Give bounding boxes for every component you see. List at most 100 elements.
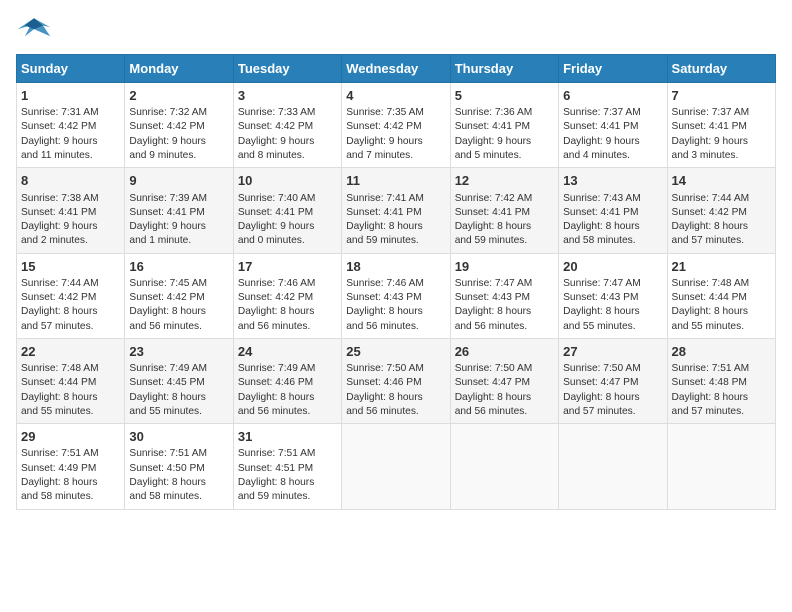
- day-number: 7: [672, 87, 771, 105]
- day-number: 9: [129, 172, 228, 190]
- day-number: 24: [238, 343, 337, 361]
- calendar-week-2: 8Sunrise: 7:38 AMSunset: 4:41 PMDaylight…: [17, 168, 776, 253]
- day-number: 13: [563, 172, 662, 190]
- day-detail: Sunrise: 7:41 AMSunset: 4:41 PMDaylight:…: [346, 192, 445, 249]
- day-number: 19: [455, 258, 554, 276]
- day-number: 4: [346, 87, 445, 105]
- day-detail: Sunrise: 7:33 AMSunset: 4:42 PMDaylight:…: [238, 106, 337, 163]
- day-detail: Sunrise: 7:40 AMSunset: 4:41 PMDaylight:…: [238, 192, 337, 249]
- calendar-table: SundayMondayTuesdayWednesdayThursdayFrid…: [16, 54, 776, 510]
- calendar-cell: 14 Sunrise: 7:44 AMSunset: 4:42 PMDayligh…: [667, 168, 775, 253]
- calendar-cell: 24Sunrise: 7:49 AMSunset: 4:46 PMDayligh…: [233, 338, 341, 423]
- calendar-cell: 29Sunrise: 7:51 AMSunset: 4:49 PMDayligh…: [17, 424, 125, 509]
- day-number: 15: [21, 258, 120, 276]
- header-cell-saturday: Saturday: [667, 55, 775, 83]
- day-detail: Sunrise: 7:43 AMSunset: 4:41 PMDaylight:…: [563, 192, 662, 249]
- day-detail: Sunrise: 7:51 AMSunset: 4:50 PMDaylight:…: [129, 447, 228, 504]
- calendar-header: SundayMondayTuesdayWednesdayThursdayFrid…: [17, 55, 776, 83]
- day-detail: Sunrise: 7:37 AMSunset: 4:41 PMDaylight:…: [672, 106, 771, 163]
- day-detail: Sunrise: 7:38 AMSunset: 4:41 PMDaylight:…: [21, 192, 120, 249]
- day-detail: Sunrise: 7:46 AMSunset: 4:43 PMDaylight:…: [346, 277, 445, 334]
- calendar-cell: 19Sunrise: 7:47 AMSunset: 4:43 PMDayligh…: [450, 253, 558, 338]
- calendar-cell: [342, 424, 450, 509]
- calendar-cell: 28Sunrise: 7:51 AMSunset: 4:48 PMDayligh…: [667, 338, 775, 423]
- day-number: 28: [672, 343, 771, 361]
- calendar-cell: 30Sunrise: 7:51 AMSunset: 4:50 PMDayligh…: [125, 424, 233, 509]
- header-cell-tuesday: Tuesday: [233, 55, 341, 83]
- header-cell-friday: Friday: [559, 55, 667, 83]
- day-number: 2: [129, 87, 228, 105]
- calendar-cell: 7Sunrise: 7:37 AMSunset: 4:41 PMDaylight…: [667, 83, 775, 168]
- calendar-cell: 26Sunrise: 7:50 AMSunset: 4:47 PMDayligh…: [450, 338, 558, 423]
- day-number: 17: [238, 258, 337, 276]
- calendar-cell: 9 Sunrise: 7:39 AMSunset: 4:41 PMDaylight…: [125, 168, 233, 253]
- day-detail: Sunrise: 7:51 AMSunset: 4:51 PMDaylight:…: [238, 447, 337, 504]
- header-cell-monday: Monday: [125, 55, 233, 83]
- day-detail: Sunrise: 7:39 AMSunset: 4:41 PMDaylight:…: [129, 192, 228, 249]
- day-detail: Sunrise: 7:45 AMSunset: 4:42 PMDaylight:…: [129, 277, 228, 334]
- day-number: 18: [346, 258, 445, 276]
- day-detail: Sunrise: 7:48 AMSunset: 4:44 PMDaylight:…: [21, 362, 120, 419]
- day-number: 10: [238, 172, 337, 190]
- day-detail: Sunrise: 7:46 AMSunset: 4:42 PMDaylight:…: [238, 277, 337, 334]
- day-detail: Sunrise: 7:48 AMSunset: 4:44 PMDaylight:…: [672, 277, 771, 334]
- day-detail: Sunrise: 7:35 AMSunset: 4:42 PMDaylight:…: [346, 106, 445, 163]
- day-number: 16: [129, 258, 228, 276]
- day-detail: Sunrise: 7:47 AMSunset: 4:43 PMDaylight:…: [455, 277, 554, 334]
- day-detail: Sunrise: 7:37 AMSunset: 4:41 PMDaylight:…: [563, 106, 662, 163]
- logo-icon: [16, 16, 52, 44]
- page-container: SundayMondayTuesdayWednesdayThursdayFrid…: [0, 0, 792, 520]
- day-number: 22: [21, 343, 120, 361]
- day-detail: Sunrise: 7:44 AMSunset: 4:42 PMDaylight:…: [21, 277, 120, 334]
- calendar-cell: 25Sunrise: 7:50 AMSunset: 4:46 PMDayligh…: [342, 338, 450, 423]
- day-number: 5: [455, 87, 554, 105]
- calendar-cell: 27Sunrise: 7:50 AMSunset: 4:47 PMDayligh…: [559, 338, 667, 423]
- calendar-cell: [667, 424, 775, 509]
- day-detail: Sunrise: 7:51 AMSunset: 4:48 PMDaylight:…: [672, 362, 771, 419]
- day-number: 27: [563, 343, 662, 361]
- calendar-week-4: 22Sunrise: 7:48 AMSunset: 4:44 PMDayligh…: [17, 338, 776, 423]
- calendar-cell: 8Sunrise: 7:38 AMSunset: 4:41 PMDaylight…: [17, 168, 125, 253]
- day-number: 21: [672, 258, 771, 276]
- day-number: 1: [21, 87, 120, 105]
- day-detail: Sunrise: 7:50 AMSunset: 4:47 PMDaylight:…: [563, 362, 662, 419]
- day-detail: Sunrise: 7:36 AMSunset: 4:41 PMDaylight:…: [455, 106, 554, 163]
- calendar-cell: 18Sunrise: 7:46 AMSunset: 4:43 PMDayligh…: [342, 253, 450, 338]
- calendar-cell: 15Sunrise: 7:44 AMSunset: 4:42 PMDayligh…: [17, 253, 125, 338]
- day-number: 14: [672, 172, 771, 190]
- calendar-cell: [559, 424, 667, 509]
- calendar-cell: 22Sunrise: 7:48 AMSunset: 4:44 PMDayligh…: [17, 338, 125, 423]
- calendar-cell: 17Sunrise: 7:46 AMSunset: 4:42 PMDayligh…: [233, 253, 341, 338]
- calendar-cell: 20Sunrise: 7:47 AMSunset: 4:43 PMDayligh…: [559, 253, 667, 338]
- day-detail: Sunrise: 7:49 AMSunset: 4:45 PMDaylight:…: [129, 362, 228, 419]
- calendar-cell: 6Sunrise: 7:37 AMSunset: 4:41 PMDaylight…: [559, 83, 667, 168]
- day-detail: Sunrise: 7:47 AMSunset: 4:43 PMDaylight:…: [563, 277, 662, 334]
- day-detail: Sunrise: 7:51 AMSunset: 4:49 PMDaylight:…: [21, 447, 120, 504]
- day-number: 11: [346, 172, 445, 190]
- calendar-cell: [450, 424, 558, 509]
- day-detail: Sunrise: 7:50 AMSunset: 4:46 PMDaylight:…: [346, 362, 445, 419]
- day-number: 31: [238, 428, 337, 446]
- day-number: 26: [455, 343, 554, 361]
- calendar-week-3: 15Sunrise: 7:44 AMSunset: 4:42 PMDayligh…: [17, 253, 776, 338]
- day-number: 20: [563, 258, 662, 276]
- calendar-cell: 13 Sunrise: 7:43 AMSunset: 4:41 PMDayligh…: [559, 168, 667, 253]
- calendar-cell: 21Sunrise: 7:48 AMSunset: 4:44 PMDayligh…: [667, 253, 775, 338]
- day-detail: Sunrise: 7:42 AMSunset: 4:41 PMDaylight:…: [455, 192, 554, 249]
- header-row: SundayMondayTuesdayWednesdayThursdayFrid…: [17, 55, 776, 83]
- calendar-body: 1Sunrise: 7:31 AMSunset: 4:42 PMDaylight…: [17, 83, 776, 510]
- calendar-cell: 16Sunrise: 7:45 AMSunset: 4:42 PMDayligh…: [125, 253, 233, 338]
- calendar-week-1: 1Sunrise: 7:31 AMSunset: 4:42 PMDaylight…: [17, 83, 776, 168]
- day-number: 29: [21, 428, 120, 446]
- day-detail: Sunrise: 7:44 AMSunset: 4:42 PMDaylight:…: [672, 192, 771, 249]
- day-detail: Sunrise: 7:49 AMSunset: 4:46 PMDaylight:…: [238, 362, 337, 419]
- calendar-cell: 11 Sunrise: 7:41 AMSunset: 4:41 PMDayligh…: [342, 168, 450, 253]
- day-number: 12: [455, 172, 554, 190]
- calendar-cell: 12 Sunrise: 7:42 AMSunset: 4:41 PMDayligh…: [450, 168, 558, 253]
- calendar-week-5: 29Sunrise: 7:51 AMSunset: 4:49 PMDayligh…: [17, 424, 776, 509]
- calendar-cell: 4Sunrise: 7:35 AMSunset: 4:42 PMDaylight…: [342, 83, 450, 168]
- header-cell-sunday: Sunday: [17, 55, 125, 83]
- calendar-cell: 5Sunrise: 7:36 AMSunset: 4:41 PMDaylight…: [450, 83, 558, 168]
- day-detail: Sunrise: 7:32 AMSunset: 4:42 PMDaylight:…: [129, 106, 228, 163]
- header-cell-thursday: Thursday: [450, 55, 558, 83]
